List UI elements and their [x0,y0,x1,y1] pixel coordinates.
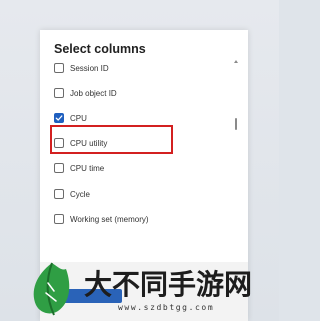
checkmark-icon [55,115,63,121]
working-set-checkbox[interactable] [54,214,64,224]
dialog-title: Select columns [54,42,146,56]
scrollbar-thumb[interactable] [235,118,237,130]
column-option-cycle[interactable]: Cycle [54,186,90,202]
column-list-scrollbar[interactable] [234,58,238,258]
column-option-working-set[interactable]: Working set (memory) [54,211,149,227]
column-list[interactable]: Session ID Job object ID CPU CPU utility… [40,58,240,258]
column-label: Job object ID [70,88,117,98]
column-label: Session ID [70,63,109,73]
column-label: Cycle [70,189,91,199]
session-id-checkbox[interactable] [54,63,64,73]
column-label: Working set (memory) [70,214,149,224]
column-option-cpu[interactable]: CPU [54,110,87,126]
watermark: 大不同手游网 www.szdbtgg.com [22,249,279,321]
cycle-checkbox[interactable] [54,189,64,199]
column-option-session-id[interactable]: Session ID [54,60,109,76]
column-label: CPU [70,113,87,123]
column-option-cpu-time[interactable]: CPU time [54,160,104,176]
highlight-box [50,125,173,154]
job-object-id-checkbox[interactable] [54,88,64,98]
leaf-logo-icon [33,262,70,316]
column-option-job-object-id[interactable]: Job object ID [54,85,117,101]
watermark-url: www.szdbtgg.com [118,303,215,312]
cpu-time-checkbox[interactable] [54,163,64,173]
cpu-checkbox[interactable] [54,113,64,123]
watermark-brand: 大不同手游网 [84,268,253,301]
scroll-up-icon[interactable] [234,60,238,63]
column-label: CPU time [70,163,105,173]
